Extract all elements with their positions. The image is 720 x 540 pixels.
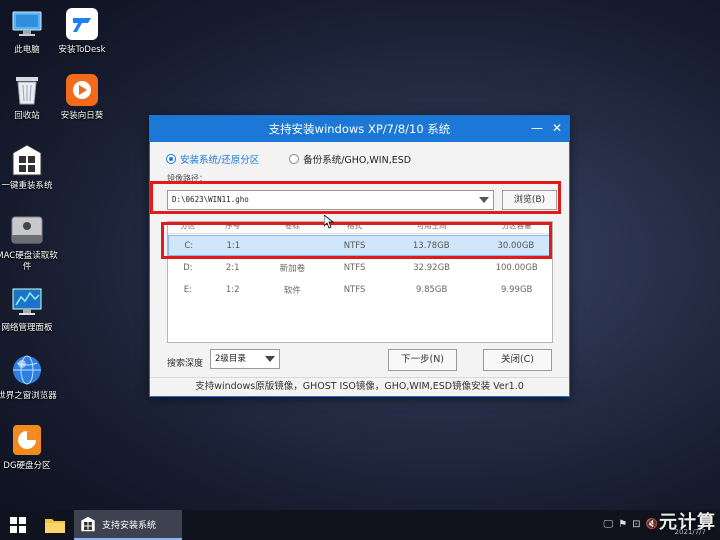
desktop-icon-label: DG硬盘分区 — [3, 461, 51, 471]
volume-mute-icon[interactable]: 🔇 — [646, 519, 658, 530]
folder-icon — [45, 519, 65, 533]
next-button[interactable]: 下一步(N) — [388, 349, 457, 371]
image-path-label: 镜像路径： — [167, 174, 207, 183]
table-cell: NTFS — [343, 284, 366, 295]
table-cell: 1:1 — [226, 240, 241, 251]
window-titlebar[interactable]: 支持安装windows XP/7/8/10 系统 — ✕ — [150, 116, 569, 142]
radio-checked-icon — [166, 154, 176, 164]
window-title: 支持安装windows XP/7/8/10 系统 — [268, 122, 451, 136]
desktop-icon-browser[interactable]: 世界之窗浏览器 — [0, 352, 59, 402]
search-depth-label: 搜索深度 — [167, 359, 204, 369]
table-cell: 2:1 — [225, 262, 240, 273]
desktop-icon-reinstall[interactable]: 一键重装系统 — [0, 142, 59, 192]
desktop-icon-sunflower[interactable]: 安装向日葵 — [50, 72, 114, 122]
table-cell: 13.78GB — [412, 240, 450, 251]
search-depth-value: 2级目录 — [215, 354, 246, 364]
system-reinstall-icon — [80, 516, 96, 532]
column-header: 序号 — [225, 222, 241, 230]
table-cell: NTFS — [343, 240, 366, 251]
table-cell: 9.99GB — [501, 284, 533, 295]
table-cell: 1:2 — [225, 284, 240, 295]
table-cell: 9.85GB — [415, 284, 448, 295]
system-tray: 🖵 ⚑ ⊡ 🔇 — [604, 519, 658, 530]
table-cell: 软件 — [283, 285, 301, 296]
desktop-icon-network-panel[interactable]: 网络管理面板 — [0, 284, 59, 334]
table-cell: NTFS — [343, 262, 366, 273]
minimize-button[interactable]: — — [529, 120, 545, 136]
table-cell: 100.00GB — [495, 262, 538, 273]
chevron-down-icon — [265, 356, 275, 362]
column-header: 分区容量 — [501, 222, 532, 230]
column-header: 可用空间 — [416, 222, 447, 230]
radio-backup-system[interactable]: 备份系统/GHO,WIN,ESD — [289, 152, 411, 166]
desktop-icon-label: 网络管理面板 — [1, 323, 53, 333]
radio-install-system[interactable]: 安装系统/还原分区 — [166, 152, 259, 166]
browse-button[interactable]: 浏览(B) — [502, 190, 557, 210]
table-row[interactable]: D: 2:1 新加卷 NTFS 32.92GB 100.00GB — [168, 257, 552, 278]
chevron-down-icon — [479, 197, 489, 203]
start-button[interactable] — [0, 510, 36, 540]
installer-window: 支持安装windows XP/7/8/10 系统 — ✕ 安装系统/还原分区 备… — [149, 115, 570, 397]
column-header: 卷标 — [284, 222, 300, 230]
table-cell: E: — [183, 284, 193, 295]
table-cell: C: — [184, 240, 194, 251]
network-icon[interactable]: ⊡ — [632, 519, 640, 530]
window-footer: 支持windows原版镜像，GHOST ISO镜像，GHO,WIM,ESD镜像安… — [150, 377, 569, 396]
desktop-icon-label: 世界之窗浏览器 — [0, 391, 57, 401]
desktop-icon-mac-disk[interactable]: MAC硬盘读取软件 — [0, 212, 59, 273]
desktop-icon-label: 一键重装系统 — [1, 181, 53, 191]
windows-logo-icon — [10, 517, 26, 533]
flag-icon[interactable]: ⚑ — [618, 519, 627, 530]
desktop-icon-label: 安装向日葵 — [60, 111, 104, 121]
desktop-icon-todesk[interactable]: 安装ToDesk — [50, 6, 114, 56]
todesk-icon — [64, 6, 100, 42]
column-header: 分区 — [180, 222, 196, 230]
file-explorer-button[interactable] — [36, 510, 74, 540]
network-panel-icon — [9, 284, 45, 320]
browser-globe-icon — [9, 352, 45, 388]
computer-icon — [9, 6, 45, 42]
radio-backup-label: 备份系统/GHO,WIN,ESD — [303, 155, 412, 166]
radio-unchecked-icon — [289, 154, 300, 164]
taskbar-app-installer[interactable]: 支持安装系统 — [74, 510, 182, 540]
close-button[interactable]: 关闭(C) — [483, 349, 552, 371]
taskbar: 支持安装系统 🖵 ⚑ ⊡ 🔇 2021/7/7 — [0, 510, 720, 540]
table-row[interactable]: E: 1:2 软件 NTFS 9.85GB 9.99GB — [168, 279, 552, 300]
image-path-value: D:\0623\WIN11.gho — [172, 195, 249, 204]
diskgenius-icon — [9, 422, 45, 458]
recycle-bin-icon — [9, 72, 45, 108]
image-path-select[interactable]: D:\0623\WIN11.gho — [167, 190, 494, 210]
watermark-logo: 元计算 — [659, 512, 716, 533]
desktop-icon-label: MAC硬盘读取软件 — [0, 251, 58, 272]
radio-install-label: 安装系统/还原分区 — [180, 155, 260, 166]
system-reinstall-icon — [9, 142, 45, 178]
table-cell: 32.92GB — [413, 262, 451, 273]
taskbar-app-label: 支持安装系统 — [102, 520, 157, 531]
mode-radio-group: 安装系统/还原分区 备份系统/GHO,WIN,ESD — [166, 152, 411, 166]
desktop-icon-diskgenius[interactable]: DG硬盘分区 — [0, 422, 59, 472]
sunflower-icon — [64, 72, 100, 108]
display-icon[interactable]: 🖵 — [604, 519, 614, 530]
desktop-icon-label: 安装ToDesk — [58, 45, 106, 55]
table-cell: 30.00GB — [497, 240, 535, 251]
close-icon[interactable]: ✕ — [549, 120, 565, 136]
table-cell: 新加卷 — [279, 263, 306, 274]
table-cell: D: — [183, 262, 193, 273]
column-header: 格式 — [347, 222, 363, 230]
search-depth-select[interactable]: 2级目录 — [210, 349, 280, 369]
table-header: 分区 序号 卷标 格式 可用空间 分区容量 — [168, 222, 552, 234]
mac-disk-icon — [9, 212, 45, 248]
table-row[interactable]: C: 1:1 NTFS 13.78GB 30.00GB — [168, 235, 552, 256]
partition-table: 分区 序号 卷标 格式 可用空间 分区容量 C: 1:1 NTFS 13.78G… — [167, 221, 553, 343]
